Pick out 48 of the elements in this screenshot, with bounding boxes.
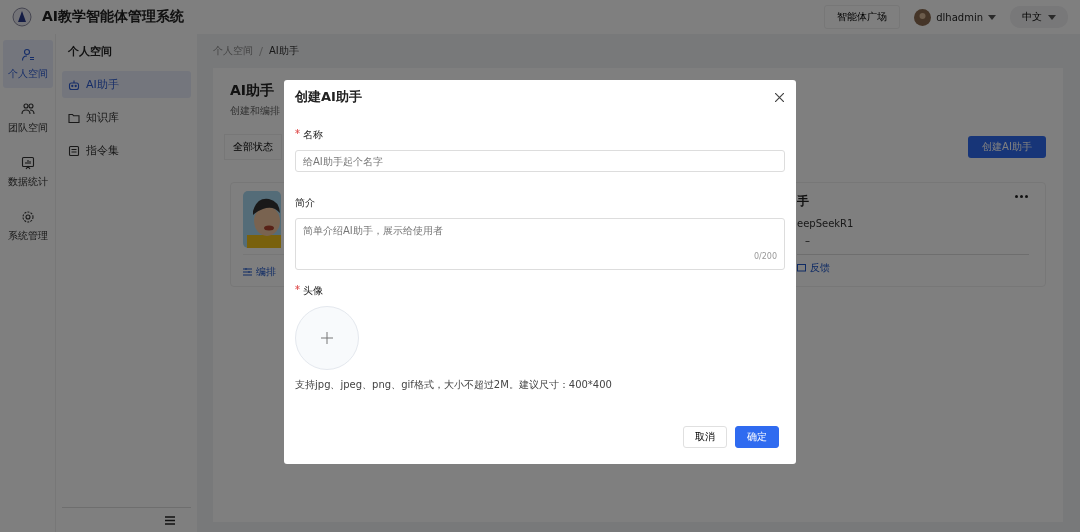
avatar-icon: [914, 8, 932, 26]
more-icon[interactable]: [1015, 195, 1028, 198]
feedback-icon: [797, 263, 806, 273]
field-label: 简介: [295, 196, 315, 210]
name-input[interactable]: 给AI助手起个名字: [295, 150, 785, 172]
language-select[interactable]: 中文: [1010, 6, 1068, 28]
rail-item[interactable]: 个人空间: [2, 40, 53, 88]
feedback-link[interactable]: 反馈: [797, 261, 830, 275]
sidebar-item[interactable]: 知识库: [62, 104, 191, 131]
close-icon[interactable]: [775, 92, 784, 102]
market-button[interactable]: 智能体广场: [824, 5, 901, 29]
edit-link[interactable]: 编排: [243, 265, 276, 279]
page-title: AI助手: [230, 82, 275, 100]
model-name: eepSeekR1: [797, 218, 855, 229]
caret-icon: [1048, 14, 1056, 20]
sliders-icon: [243, 268, 252, 276]
cancel-button[interactable]: 取消: [683, 426, 727, 448]
breadcrumb-item[interactable]: AI助手: [269, 44, 299, 58]
rail-item[interactable]: 团队空间: [2, 94, 53, 142]
field-label: 头像: [303, 284, 323, 298]
person-icon: [20, 47, 35, 62]
chart-icon: [20, 155, 35, 170]
list-icon: [68, 144, 80, 157]
create-button[interactable]: 创建AI助手: [968, 136, 1046, 158]
rail-item[interactable]: 数据统计: [2, 148, 53, 196]
app-title: AI教学智能体管理系统: [42, 8, 185, 26]
gear-icon: [20, 209, 35, 224]
people-icon: [20, 101, 35, 116]
folder-icon: [68, 111, 80, 124]
page-subtitle: 创建和编排: [230, 104, 280, 118]
field-label: 名称: [303, 128, 323, 142]
upload-hint: 支持jpg、jpeg、png、gif格式，大小不超过2M。建议尺寸：400*400: [295, 378, 612, 392]
sidebar-heading: 个人空间: [67, 44, 113, 60]
status-filter[interactable]: 全部状态: [224, 134, 282, 160]
assistant-value: –: [805, 235, 811, 246]
dialog-title: 创建AI助手: [295, 88, 362, 106]
sidebar-item[interactable]: 指令集: [62, 137, 191, 164]
confirm-button[interactable]: 确定: [735, 426, 779, 448]
sidebar-item[interactable]: AI助手: [62, 71, 191, 98]
assistant-name: 手: [797, 193, 809, 210]
collapse-icon[interactable]: [165, 515, 175, 525]
robot-icon: [68, 78, 80, 91]
caret-icon: [988, 14, 996, 20]
rail-item[interactable]: 系统管理: [2, 202, 53, 250]
user-name[interactable]: dlhadmin: [936, 11, 983, 23]
logo-icon: [12, 7, 32, 27]
character-count: 0/200: [753, 252, 777, 261]
plus-icon: [321, 332, 333, 344]
